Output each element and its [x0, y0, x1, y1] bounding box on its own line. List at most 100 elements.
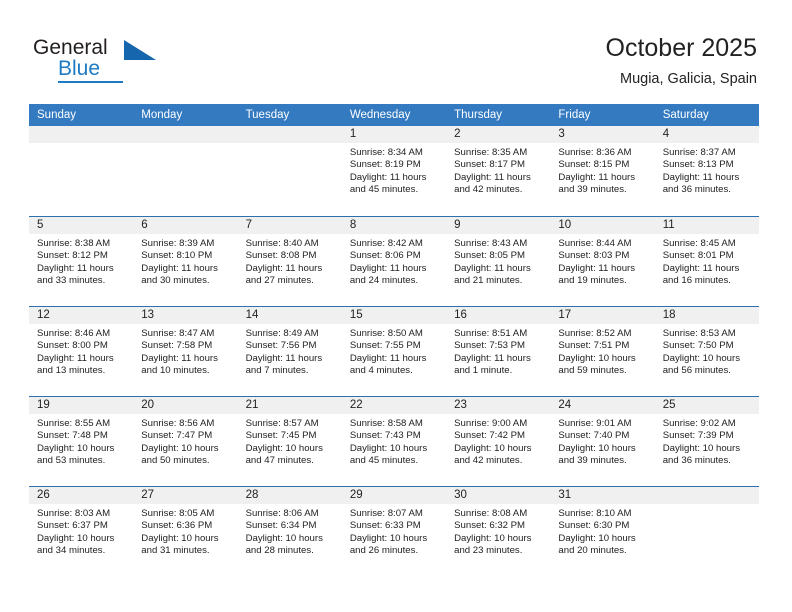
sunset-line: Sunset: 6:37 PM: [37, 520, 108, 532]
calendar-day-cell[interactable]: 10 Sunrise: 8:44 AM Sunset: 8:03 PM Dayligh…: [550, 217, 655, 306]
sunrise-line: Sunrise: 8:07 AM: [349, 508, 423, 519]
calendar-day-cell[interactable]: 6 Sunrise: 8:39 AM Sunset: 8:10 PM Daylight…: [133, 217, 238, 306]
calendar-week-row: 1 Sunrise: 8:34 AM Sunset: 8:19 PM Daylight…: [29, 126, 759, 216]
daylight-line: Daylight: 10 hours: [349, 532, 428, 544]
day-number: 28: [237, 487, 342, 504]
calendar-day-cell[interactable]: 27 Sunrise: 8:05 AM Sunset: 6:36 PM Dayligh…: [133, 487, 238, 576]
daylight-line-2: and 45 minutes.: [349, 184, 419, 196]
calendar-day-cell[interactable]: 18 Sunrise: 8:53 AM Sunset: 7:50 PM Dayligh…: [654, 307, 759, 396]
calendar-day-cell[interactable]: 31 Sunrise: 8:10 AM Sunset: 6:30 PM Dayligh…: [550, 487, 655, 576]
calendar-day-cell[interactable]: 7 Sunrise: 8:40 AM Sunset: 8:08 PM Daylight…: [237, 217, 342, 306]
sunset-line: Sunset: 6:32 PM: [454, 520, 526, 532]
daylight-line-2: and 24 minutes.: [349, 275, 419, 287]
day-number: [29, 126, 134, 143]
sunset-line: Sunset: 7:51 PM: [558, 340, 630, 352]
daylight-line-2: and 56 minutes.: [662, 365, 731, 377]
sunset-line: Sunset: 8:13 PM: [662, 159, 734, 171]
calendar-day-cell[interactable]: 15 Sunrise: 8:50 AM Sunset: 7:55 PM Dayligh…: [341, 307, 447, 396]
sunset-line: Sunset: 8:12 PM: [37, 250, 108, 262]
sunrise-line: Sunrise: 8:06 AM: [245, 508, 319, 519]
day-of-week-header: Tuesday: [245, 109, 290, 121]
day-details: Sunrise: 8:34 AM Sunset: 8:19 PM Daylight:…: [342, 143, 446, 197]
day-details: Sunrise: 8:52 AM Sunset: 7:51 PM Daylight:…: [550, 324, 654, 378]
calendar-day-cell[interactable]: 19 Sunrise: 8:55 AM Sunset: 7:48 PM Dayligh…: [29, 397, 134, 486]
calendar-day-cell[interactable]: 21 Sunrise: 8:57 AM Sunset: 7:45 PM Dayligh…: [237, 397, 342, 486]
day-number: 17: [550, 307, 655, 324]
calendar-day-cell[interactable]: 28 Sunrise: 8:06 AM Sunset: 6:34 PM Dayligh…: [237, 487, 342, 576]
daylight-line: Daylight: 10 hours: [37, 532, 115, 544]
sunrise-line: Sunrise: 8:47 AM: [141, 328, 215, 339]
sunset-line: Sunset: 7:56 PM: [245, 340, 317, 352]
day-details: Sunrise: 8:51 AM Sunset: 7:53 PM Daylight:…: [446, 324, 550, 378]
calendar-day-cell[interactable]: 14 Sunrise: 8:49 AM Sunset: 7:56 PM Dayligh…: [237, 307, 342, 396]
daylight-line: Daylight: 10 hours: [141, 532, 219, 544]
daylight-line-2: and 1 minute.: [454, 365, 513, 377]
calendar-day-cell[interactable]: 9 Sunrise: 8:43 AM Sunset: 8:05 PM Daylight…: [446, 217, 551, 306]
sunrise-line: Sunrise: 8:58 AM: [349, 418, 423, 429]
day-details: Sunrise: 8:57 AM Sunset: 7:45 PM Daylight:…: [238, 414, 342, 468]
day-number: 25: [654, 397, 759, 414]
sunrise-line: Sunrise: 8:52 AM: [558, 328, 632, 339]
day-details: Sunrise: 8:45 AM Sunset: 8:01 PM Daylight:…: [655, 234, 759, 288]
calendar-day-cell[interactable]: 23 Sunrise: 9:00 AM Sunset: 7:42 PM Dayligh…: [446, 397, 551, 486]
calendar-day-cell[interactable]: 5 Sunrise: 8:38 AM Sunset: 8:12 PM Daylight…: [29, 217, 134, 306]
calendar-day-cell[interactable]: 17 Sunrise: 8:52 AM Sunset: 7:51 PM Dayligh…: [550, 307, 655, 396]
calendar-day-cell[interactable]: 26 Sunrise: 8:03 AM Sunset: 6:37 PM Dayligh…: [29, 487, 134, 576]
calendar-day-cell[interactable]: 3 Sunrise: 8:36 AM Sunset: 8:15 PM Daylight…: [550, 126, 655, 216]
calendar-day-cell[interactable]: 24 Sunrise: 9:01 AM Sunset: 7:40 PM Dayligh…: [550, 397, 655, 486]
sunrise-line: Sunrise: 8:03 AM: [37, 508, 111, 519]
day-number: 11: [654, 217, 759, 234]
calendar-weeks: 1 Sunrise: 8:34 AM Sunset: 8:19 PM Daylight…: [29, 126, 759, 576]
sunset-line: Sunset: 8:05 PM: [454, 250, 526, 262]
daylight-line: Daylight: 11 hours: [141, 262, 218, 274]
calendar-week-row: 19 Sunrise: 8:55 AM Sunset: 7:48 PM Dayligh…: [29, 396, 759, 486]
calendar-day-cell[interactable]: 16 Sunrise: 8:51 AM Sunset: 7:53 PM Dayligh…: [446, 307, 551, 396]
daylight-line: Daylight: 11 hours: [37, 262, 114, 274]
calendar-day-cell[interactable]: 2 Sunrise: 8:35 AM Sunset: 8:17 PM Daylight…: [446, 126, 551, 216]
calendar-day-cell[interactable]: 22 Sunrise: 8:58 AM Sunset: 7:43 PM Dayligh…: [341, 397, 447, 486]
day-of-week-header: Sunday: [37, 109, 77, 121]
calendar-day-cell[interactable]: 13 Sunrise: 8:47 AM Sunset: 7:58 PM Dayligh…: [133, 307, 238, 396]
calendar-day-cell[interactable]: 25 Sunrise: 9:02 AM Sunset: 7:39 PM Dayligh…: [654, 397, 759, 486]
day-details: Sunrise: 8:36 AM Sunset: 8:15 PM Daylight:…: [550, 143, 654, 197]
calendar-day-cell[interactable]: 1 Sunrise: 8:34 AM Sunset: 8:19 PM Daylight…: [341, 126, 447, 216]
calendar-day-cell[interactable]: 4 Sunrise: 8:37 AM Sunset: 8:13 PM Daylight…: [654, 126, 759, 216]
sunrise-line: Sunrise: 9:01 AM: [558, 418, 632, 429]
daylight-line-2: and 50 minutes.: [141, 455, 210, 467]
sunset-line: Sunset: 8:03 PM: [558, 250, 630, 262]
sunrise-line: Sunrise: 8:45 AM: [662, 238, 736, 249]
daylight-line-2: and 45 minutes.: [349, 455, 419, 467]
sunrise-line: Sunrise: 8:46 AM: [37, 328, 111, 339]
day-details: Sunrise: 8:53 AM Sunset: 7:50 PM Daylight:…: [655, 324, 759, 378]
day-details: Sunrise: 8:58 AM Sunset: 7:43 PM Daylight:…: [342, 414, 446, 468]
sunrise-line: Sunrise: 8:53 AM: [662, 328, 736, 339]
day-details: Sunrise: 8:39 AM Sunset: 8:10 PM Daylight:…: [133, 234, 237, 288]
calendar-day-cell[interactable]: 30 Sunrise: 8:08 AM Sunset: 6:32 PM Dayligh…: [446, 487, 551, 576]
sunset-line: Sunset: 8:08 PM: [245, 250, 317, 262]
daylight-line-2: and 23 minutes.: [454, 545, 523, 557]
day-number: 9: [446, 217, 551, 234]
calendar-day-cell[interactable]: 20 Sunrise: 8:56 AM Sunset: 7:47 PM Dayligh…: [133, 397, 238, 486]
day-number: 20: [133, 397, 238, 414]
day-details: Sunrise: 8:07 AM Sunset: 6:33 PM Daylight:…: [342, 504, 446, 558]
day-details: Sunrise: 8:35 AM Sunset: 8:17 PM Daylight:…: [446, 143, 550, 197]
calendar-day-cell[interactable]: 12 Sunrise: 8:46 AM Sunset: 8:00 PM Dayligh…: [29, 307, 134, 396]
daylight-line: Daylight: 11 hours: [37, 352, 114, 364]
sunset-line: Sunset: 7:58 PM: [141, 340, 213, 352]
daylight-line: Daylight: 11 hours: [662, 262, 740, 274]
sunrise-line: Sunrise: 8:55 AM: [37, 418, 111, 429]
day-number: 5: [29, 217, 134, 234]
day-number: 15: [341, 307, 447, 324]
sunrise-line: Sunrise: 8:08 AM: [454, 508, 528, 519]
sunrise-line: Sunrise: 8:56 AM: [141, 418, 215, 429]
calendar-day-cell[interactable]: 29 Sunrise: 8:07 AM Sunset: 6:33 PM Dayligh…: [341, 487, 447, 576]
day-number: [654, 487, 759, 504]
day-details: Sunrise: 8:50 AM Sunset: 7:55 PM Daylight:…: [342, 324, 446, 378]
day-details: Sunrise: 8:47 AM Sunset: 7:58 PM Daylight:…: [133, 324, 237, 378]
day-details: [655, 504, 759, 508]
sunset-line: Sunset: 8:15 PM: [558, 159, 630, 171]
day-number: 24: [550, 397, 655, 414]
day-number: 12: [29, 307, 134, 324]
calendar-day-cell[interactable]: 8 Sunrise: 8:42 AM Sunset: 8:06 PM Daylight…: [341, 217, 447, 306]
calendar-day-cell[interactable]: 11 Sunrise: 8:45 AM Sunset: 8:01 PM Dayligh…: [654, 217, 759, 306]
